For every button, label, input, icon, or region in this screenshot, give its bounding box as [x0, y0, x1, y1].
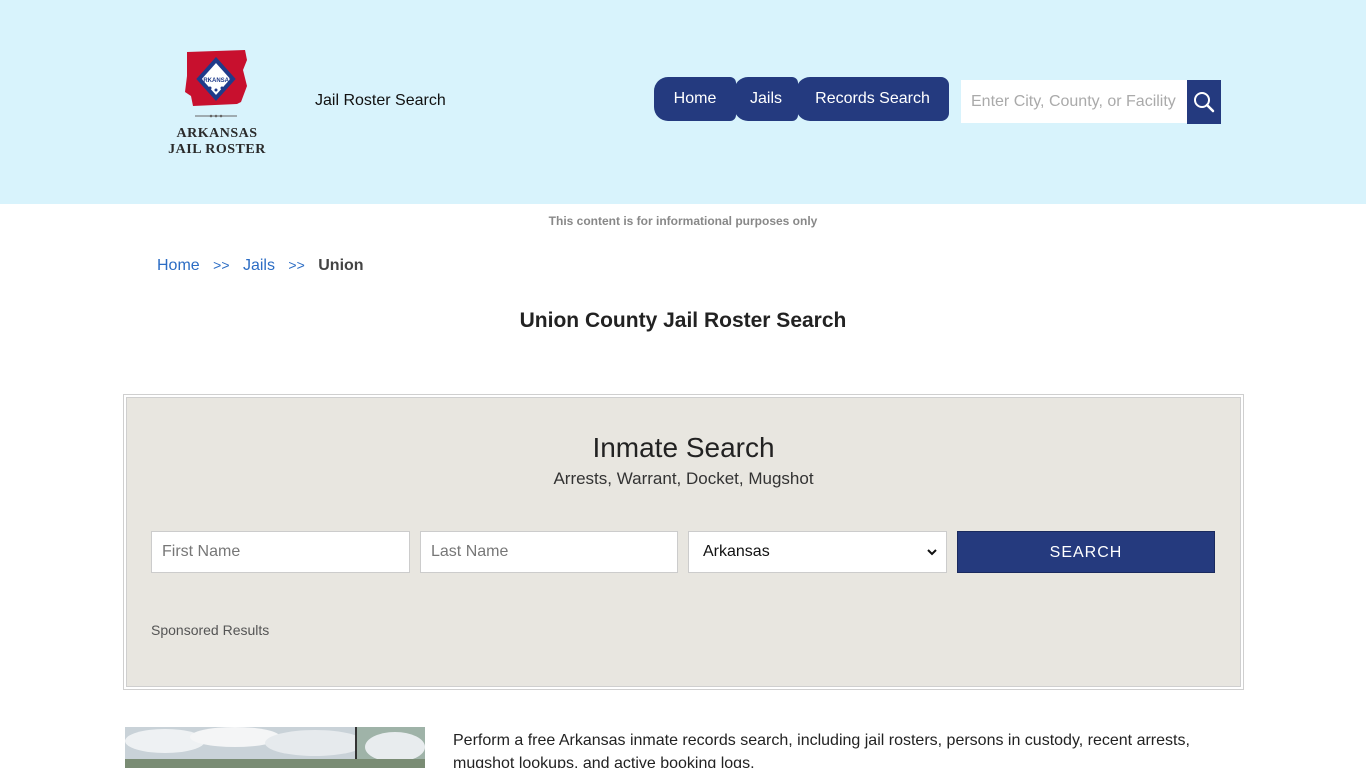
state-select[interactable]: Arkansas	[688, 531, 947, 573]
breadcrumb-home[interactable]: Home	[157, 257, 200, 274]
breadcrumb-separator: >>	[213, 257, 230, 273]
breadcrumb-separator: >>	[288, 257, 305, 273]
nav-home[interactable]: Home	[654, 77, 736, 121]
logo-line-1: ARKANSAS	[176, 126, 258, 141]
sponsored-label: Sponsored Results	[151, 622, 270, 638]
site-title[interactable]: Jail Roster Search	[315, 92, 446, 110]
site-search-input[interactable]	[961, 80, 1187, 123]
logo-wordmark: ARKANSAS JAIL ROSTER	[165, 126, 269, 158]
site-search-button[interactable]	[1187, 80, 1221, 124]
arkansas-flag-icon: ARKANSAS	[185, 50, 247, 118]
search-icon	[1194, 92, 1215, 113]
logo-line-2: JAIL ROSTER	[168, 142, 266, 157]
description-text: Perform a free Arkansas inmate records s…	[453, 732, 1190, 768]
breadcrumb: Home >> Jails >> Union	[157, 257, 364, 275]
inmate-search-title: Inmate Search	[592, 432, 775, 463]
breadcrumb-current: Union	[318, 257, 364, 274]
first-name-input[interactable]	[151, 531, 410, 573]
breadcrumb-jails[interactable]: Jails	[243, 257, 275, 274]
facility-photo	[125, 727, 425, 768]
chevron-down-icon	[927, 549, 937, 556]
site-logo[interactable]: ARKANSAS ARKANSAS JAIL ROSTER	[165, 46, 269, 162]
site-header: ARKANSAS ARKANSAS JAIL ROSTER Jail Roste…	[0, 0, 1366, 204]
inmate-search-button[interactable]: SEARCH	[957, 531, 1215, 573]
nav-jails[interactable]: Jails	[734, 77, 798, 121]
svg-text:ARKANSAS: ARKANSAS	[199, 78, 233, 84]
last-name-input[interactable]	[420, 531, 678, 573]
info-notice: This content is for informational purpos…	[548, 214, 818, 228]
page-title: Union County Jail Roster Search	[519, 309, 847, 332]
state-select-value: Arkansas	[703, 543, 770, 560]
inmate-search-subtitle: Arrests, Warrant, Docket, Mugshot	[553, 469, 814, 488]
nav-records-search[interactable]: Records Search	[796, 77, 949, 121]
inmate-search-panel: Inmate Search Arrests, Warrant, Docket, …	[123, 394, 1244, 690]
